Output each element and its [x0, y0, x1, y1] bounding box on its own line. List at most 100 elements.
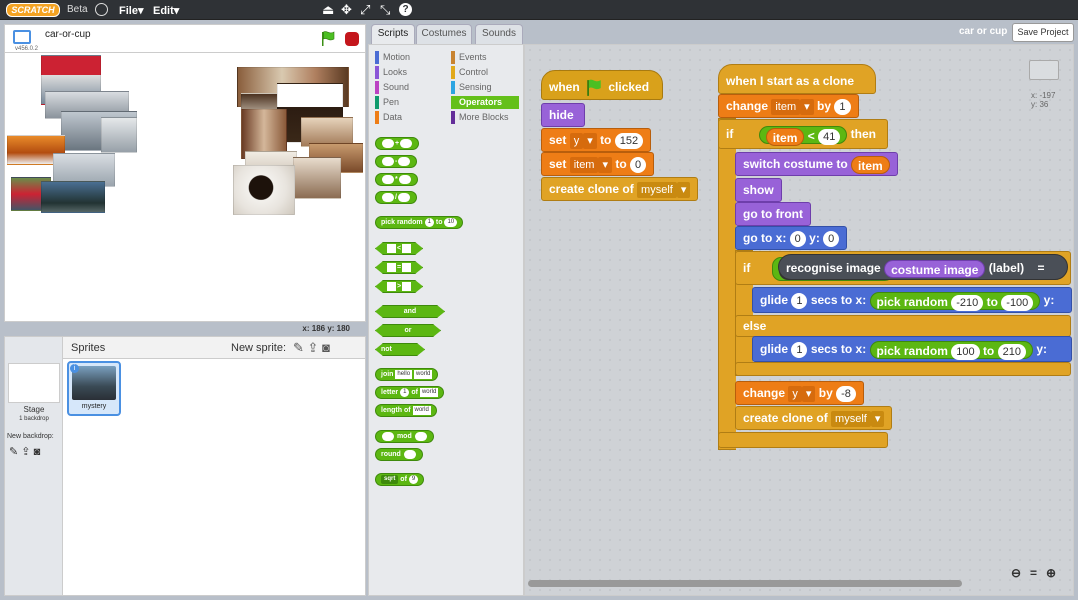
create-clone-block[interactable]: create clone of myself ▾: [735, 406, 893, 430]
stage-label: Stage: [23, 405, 45, 414]
add-block[interactable]: +: [375, 137, 420, 150]
show-block[interactable]: show: [735, 178, 782, 202]
camera-icon[interactable]: ◙: [34, 446, 41, 458]
hide-block[interactable]: hide: [541, 103, 585, 127]
stop-icon[interactable]: [345, 32, 359, 46]
not-block[interactable]: not: [375, 343, 425, 356]
set-y-block[interactable]: set y ▾ to 152: [541, 128, 652, 152]
sprite-y: y: 36: [1031, 100, 1049, 109]
tab-scripts[interactable]: Scripts: [371, 24, 415, 45]
paint-brush-icon[interactable]: ✎: [293, 340, 304, 355]
zoom-reset-icon[interactable]: =: [1030, 566, 1037, 580]
upload-icon[interactable]: ⇪: [21, 446, 30, 458]
when-flag-clicked-block[interactable]: when clicked: [541, 70, 663, 100]
file-menu[interactable]: File▾: [119, 4, 143, 17]
subtract-block[interactable]: -: [375, 155, 418, 168]
or-block[interactable]: or: [375, 324, 441, 337]
category-label: More Blocks: [459, 112, 509, 122]
category-label: Events: [459, 52, 487, 62]
delete-cut-icon[interactable]: ✥: [341, 3, 352, 16]
category-sound[interactable]: Sound: [375, 81, 445, 94]
new-backdrop-label: New backdrop:: [7, 433, 54, 440]
divide-block[interactable]: /: [375, 191, 417, 204]
fullscreen-icon[interactable]: [13, 30, 31, 44]
block-palette: Motion Looks Sound Pen Data Events Contr…: [368, 44, 524, 596]
green-flag-icon[interactable]: [321, 31, 335, 47]
greater-than-block[interactable]: >: [375, 280, 423, 293]
letter-of-block[interactable]: letter 1 of world: [375, 386, 445, 399]
category-label: Sensing: [459, 82, 492, 92]
equals-block[interactable]: =: [375, 261, 423, 274]
less-than-block[interactable]: <: [375, 242, 423, 255]
recognise-image-reporter[interactable]: recognise image costume image (label) =: [778, 254, 1068, 280]
beta-label: Beta: [67, 4, 88, 15]
category-looks[interactable]: Looks: [375, 66, 445, 79]
edit-menu[interactable]: Edit▾: [153, 4, 179, 17]
category-operators[interactable]: Operators: [451, 96, 519, 109]
go-to-front-block[interactable]: go to front: [735, 202, 811, 226]
grow-icon[interactable]: ⤢: [360, 3, 370, 16]
category-pen[interactable]: Pen: [375, 96, 445, 109]
category-label: Control: [459, 67, 489, 77]
length-of-block[interactable]: length of world: [375, 404, 437, 417]
paint-brush-icon[interactable]: ✎: [9, 446, 18, 458]
stage-canvas[interactable]: [4, 52, 366, 322]
language-globe-icon[interactable]: [95, 3, 108, 16]
tab-costumes[interactable]: Costumes: [416, 24, 472, 44]
sqrt-block[interactable]: sqrt of 9: [375, 473, 425, 486]
category-events[interactable]: Events: [451, 51, 519, 64]
shrink-icon[interactable]: ⤡: [380, 3, 390, 16]
set-item-block[interactable]: set item ▾ to 0: [541, 152, 655, 176]
save-project-button[interactable]: Save Project: [1012, 23, 1074, 42]
zoom-out-icon[interactable]: ⊖: [1011, 566, 1021, 580]
duplicate-stamp-icon[interactable]: ⏏: [322, 3, 334, 16]
category-motion[interactable]: Motion: [375, 51, 445, 64]
switch-costume-block[interactable]: switch costume to item: [735, 152, 898, 176]
sprite-position: x: -197 y: 36: [1031, 91, 1055, 109]
category-label: Looks: [383, 67, 408, 77]
go-to-xy-block[interactable]: go to x: 0 y: 0: [735, 226, 848, 250]
category-label: Pen: [383, 97, 400, 107]
join-block[interactable]: join hello world: [375, 368, 439, 381]
project-title[interactable]: car-or-cup: [45, 29, 91, 40]
mod-block[interactable]: mod: [375, 430, 434, 443]
info-icon[interactable]: i: [70, 364, 79, 373]
change-y-block[interactable]: change y ▾ by -8: [735, 381, 864, 405]
horizontal-scrollbar[interactable]: [528, 580, 962, 587]
if-block[interactable]: if item < 41 then: [718, 119, 888, 149]
pick-random-block[interactable]: pick random 1 to 10: [375, 216, 464, 229]
car-image: [41, 181, 105, 213]
and-block[interactable]: and: [375, 305, 445, 318]
sprites-header: Sprites New sprite: ✎ ⇪ ◙: [63, 337, 365, 359]
stage-thumbnail[interactable]: [8, 363, 60, 403]
green-flag-icon: [587, 79, 601, 96]
change-item-block[interactable]: change item ▾ by 1: [718, 94, 859, 118]
multiply-block[interactable]: *: [375, 173, 418, 186]
category-label: Operators: [459, 97, 503, 107]
category-sensing[interactable]: Sensing: [451, 81, 519, 94]
zoom-in-icon[interactable]: ⊕: [1046, 566, 1056, 580]
category-control[interactable]: Control: [451, 66, 519, 79]
category-more-blocks[interactable]: More Blocks: [451, 111, 519, 124]
backdrop-tools: ✎ ⇪ ◙: [9, 445, 40, 458]
help-icon[interactable]: ?: [399, 3, 412, 16]
cup-image: [293, 157, 341, 199]
tab-sounds[interactable]: Sounds: [475, 24, 523, 44]
sprite-thumbnail: [72, 366, 116, 400]
new-sprite-label: New sprite:: [231, 342, 287, 354]
category-label: Sound: [383, 82, 410, 92]
glide-block-1[interactable]: glide 1 secs to x: pick random -210 to -…: [752, 287, 1072, 313]
sprite-mystery[interactable]: i mystery: [67, 361, 121, 416]
project-name: car or cup: [959, 26, 1008, 37]
category-data[interactable]: Data: [375, 111, 445, 124]
category-label: Data: [383, 112, 403, 122]
camera-icon[interactable]: ◙: [322, 340, 330, 355]
round-block[interactable]: round: [375, 448, 423, 461]
create-clone-block[interactable]: create clone of myself ▾: [541, 177, 699, 201]
backdrop-count: 1 backdrop: [19, 416, 49, 422]
if-block-body: [718, 118, 736, 450]
when-i-start-as-clone-block[interactable]: when I start as a clone: [718, 64, 876, 94]
scratch-logo[interactable]: SCRATCH: [6, 3, 60, 17]
upload-icon[interactable]: ⇪: [308, 340, 319, 355]
glide-block-2[interactable]: glide 1 secs to x: pick random 100 to 21…: [752, 336, 1072, 362]
